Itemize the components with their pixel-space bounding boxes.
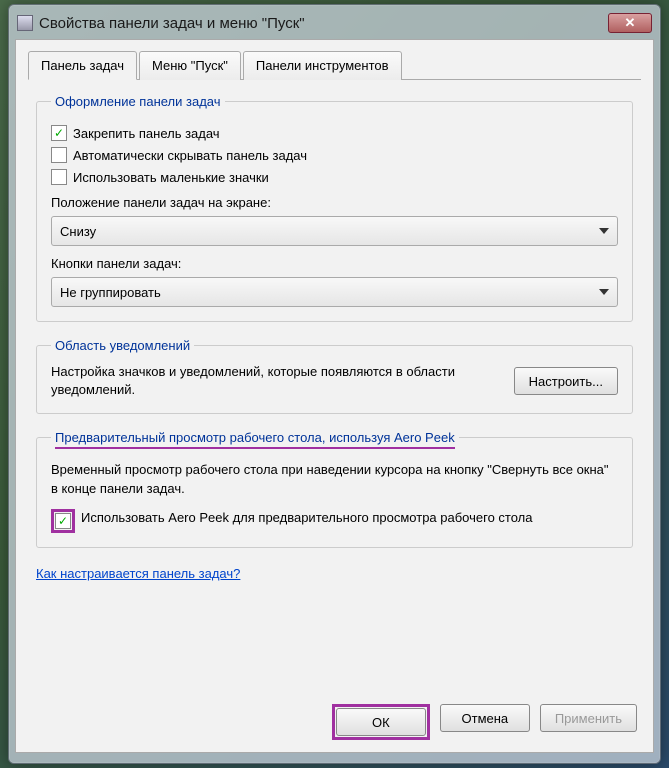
dialog-buttons: ОК Отмена Применить bbox=[16, 704, 653, 740]
row-small-icons: Использовать маленькие значки bbox=[51, 169, 618, 185]
tab-content-taskbar: Оформление панели задач ✓ Закрепить пане… bbox=[28, 80, 641, 589]
close-icon: ✕ bbox=[625, 15, 636, 31]
highlight-aero-checkbox: ✓ bbox=[51, 509, 75, 533]
label-lock-taskbar[interactable]: Закрепить панель задач bbox=[73, 126, 220, 141]
row-lock-taskbar: ✓ Закрепить панель задач bbox=[51, 125, 618, 141]
label-aero-peek[interactable]: Использовать Aero Peek для предварительн… bbox=[81, 509, 533, 527]
legend-aero-peek: Предварительный просмотр рабочего стола,… bbox=[51, 430, 459, 445]
label-buttons: Кнопки панели задач: bbox=[51, 256, 618, 271]
text-notifications: Настройка значков и уведомлений, которые… bbox=[51, 363, 494, 399]
tab-start-menu[interactable]: Меню "Пуск" bbox=[139, 51, 241, 80]
ok-button[interactable]: ОК bbox=[336, 708, 426, 736]
label-small-icons[interactable]: Использовать маленькие значки bbox=[73, 170, 269, 185]
help-link[interactable]: Как настраивается панель задач? bbox=[36, 566, 240, 581]
chevron-down-icon bbox=[599, 289, 609, 295]
row-autohide: Автоматически скрывать панель задач bbox=[51, 147, 618, 163]
window-title: Свойства панели задач и меню "Пуск" bbox=[39, 15, 608, 32]
tab-strip: Панель задач Меню "Пуск" Панели инструме… bbox=[28, 50, 641, 80]
label-autohide[interactable]: Автоматически скрывать панель задач bbox=[73, 148, 307, 163]
legend-notifications: Область уведомлений bbox=[51, 338, 194, 353]
checkbox-small-icons[interactable] bbox=[51, 169, 67, 185]
highlight-ok: ОК bbox=[332, 704, 430, 740]
combo-buttons-value: Не группировать bbox=[60, 285, 161, 300]
combo-buttons[interactable]: Не группировать bbox=[51, 277, 618, 307]
text-aero-desc: Временный просмотр рабочего стола при на… bbox=[51, 461, 618, 499]
checkbox-aero-peek[interactable]: ✓ bbox=[55, 513, 71, 529]
properties-window: Свойства панели задач и меню "Пуск" ✕ Па… bbox=[8, 4, 661, 764]
combo-position-value: Снизу bbox=[60, 224, 96, 239]
combo-position[interactable]: Снизу bbox=[51, 216, 618, 246]
apply-button[interactable]: Применить bbox=[540, 704, 637, 732]
group-notifications: Область уведомлений Настройка значков и … bbox=[36, 338, 633, 414]
tab-taskbar[interactable]: Панель задач bbox=[28, 51, 137, 80]
client-area: Панель задач Меню "Пуск" Панели инструме… bbox=[15, 39, 654, 753]
titlebar: Свойства панели задач и меню "Пуск" ✕ bbox=[15, 11, 654, 39]
window-icon bbox=[17, 15, 33, 31]
checkbox-autohide[interactable] bbox=[51, 147, 67, 163]
legend-appearance: Оформление панели задач bbox=[51, 94, 225, 109]
row-notifications: Настройка значков и уведомлений, которые… bbox=[51, 363, 618, 399]
cancel-button[interactable]: Отмена bbox=[440, 704, 530, 732]
customize-button[interactable]: Настроить... bbox=[514, 367, 618, 395]
label-position: Положение панели задач на экране: bbox=[51, 195, 618, 210]
group-aero-peek: Предварительный просмотр рабочего стола,… bbox=[36, 430, 633, 548]
tab-toolbars[interactable]: Панели инструментов bbox=[243, 51, 402, 80]
close-button[interactable]: ✕ bbox=[608, 13, 652, 33]
chevron-down-icon bbox=[599, 228, 609, 234]
group-appearance: Оформление панели задач ✓ Закрепить пане… bbox=[36, 94, 633, 322]
row-aero-peek: ✓ Использовать Aero Peek для предварител… bbox=[51, 509, 618, 533]
checkbox-lock-taskbar[interactable]: ✓ bbox=[51, 125, 67, 141]
